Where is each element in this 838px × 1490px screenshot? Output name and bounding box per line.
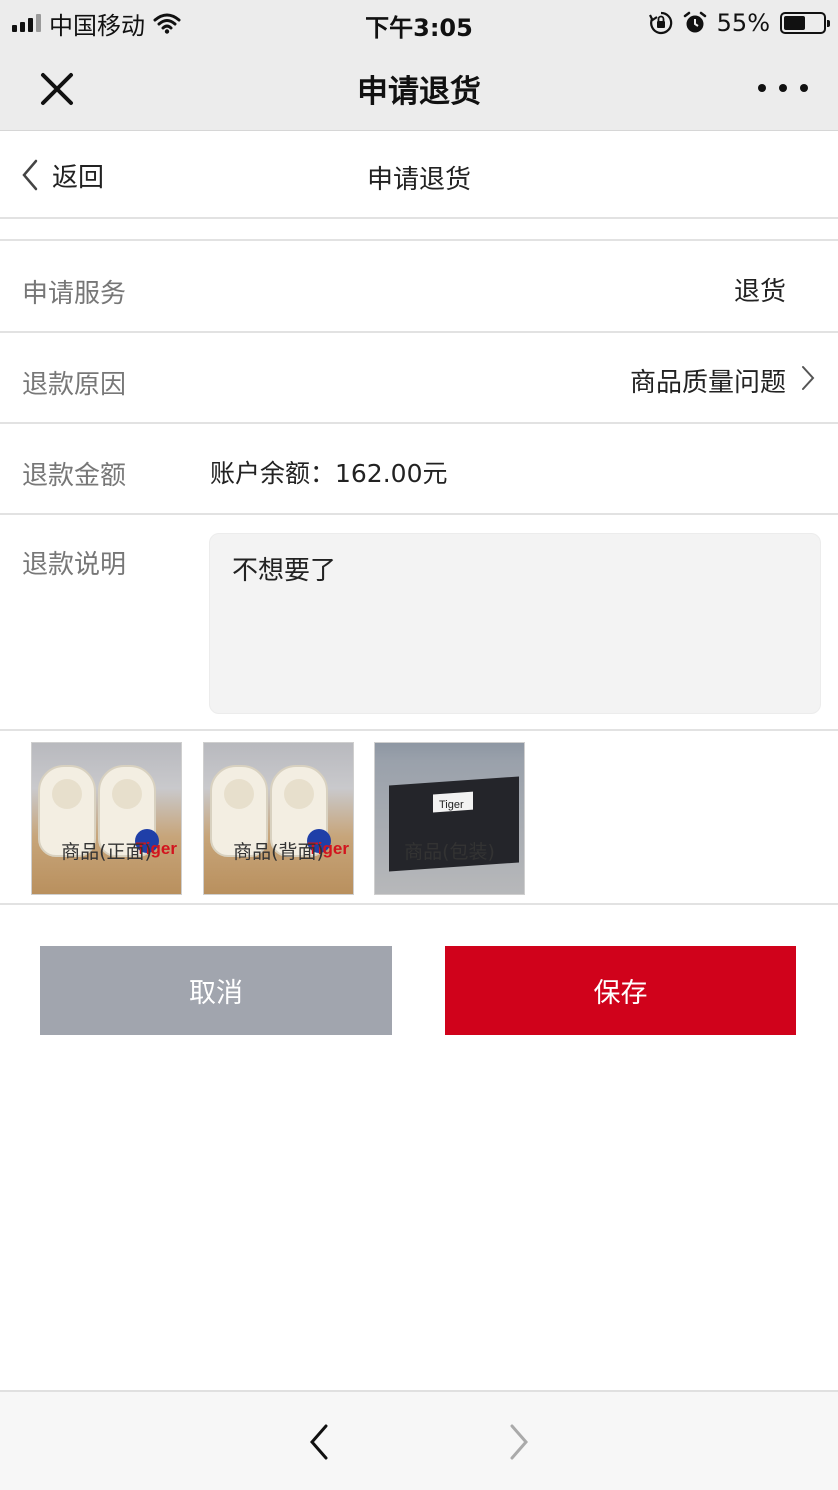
section-divider <box>0 221 838 241</box>
reason-value[interactable]: 商品质量问题 <box>630 362 786 399</box>
chevron-right-icon[interactable] <box>498 1422 538 1462</box>
more-icon[interactable] <box>758 76 808 100</box>
photo-caption: 商品(背面) <box>233 841 324 863</box>
chevron-right-icon <box>802 366 815 390</box>
rotation-lock-icon <box>648 11 672 35</box>
photo-caption: 商品(包装) <box>404 841 495 863</box>
reason-row[interactable]: 退款原因 商品质量问题 <box>0 334 838 424</box>
battery-icon <box>780 12 830 34</box>
photo-caption: 商品(正面) <box>61 841 152 863</box>
description-label: 退款说明 <box>22 550 127 580</box>
photo-brand: Tiger <box>439 799 464 811</box>
browser-title-bar: 申请退货 <box>0 46 838 131</box>
status-bar: 中国移动 下午3:05 55% <box>0 0 838 46</box>
reason-label: 退款原因 <box>22 370 127 400</box>
photo-back[interactable]: Tiger 商品(背面) <box>203 742 354 895</box>
amount-label: 退款金额 <box>22 461 127 491</box>
photo-package[interactable]: Tiger 商品(包装) <box>374 742 525 895</box>
service-value: 退货 <box>733 277 786 307</box>
battery-percent: 55% <box>716 9 770 37</box>
photo-gallery: Tiger 商品(正面) Tiger 商品(背面) Tiger 商品(包装) <box>0 731 838 905</box>
page-title: 申请退货 <box>366 165 471 195</box>
page-header: 返回 申请退货 <box>0 131 838 219</box>
amount-row: 退款金额 账户余额：162.00元 <box>0 425 838 515</box>
service-row: 申请服务 退货 <box>0 243 838 333</box>
chevron-left-icon[interactable] <box>300 1422 340 1462</box>
cancel-button[interactable]: 取消 <box>40 946 392 1035</box>
description-row: 退款说明 不想要了 <box>0 516 838 731</box>
service-label: 申请服务 <box>22 279 127 309</box>
amount-value: 账户余额：162.00元 <box>210 459 448 488</box>
status-right: 55% <box>648 8 830 38</box>
browser-bottom-bar <box>0 1390 838 1490</box>
save-button[interactable]: 保存 <box>445 946 796 1035</box>
description-textarea[interactable]: 不想要了 <box>209 533 821 714</box>
browser-title: 申请退货 <box>357 74 481 110</box>
alarm-icon <box>683 11 706 33</box>
photo-front[interactable]: Tiger 商品(正面) <box>31 742 182 895</box>
